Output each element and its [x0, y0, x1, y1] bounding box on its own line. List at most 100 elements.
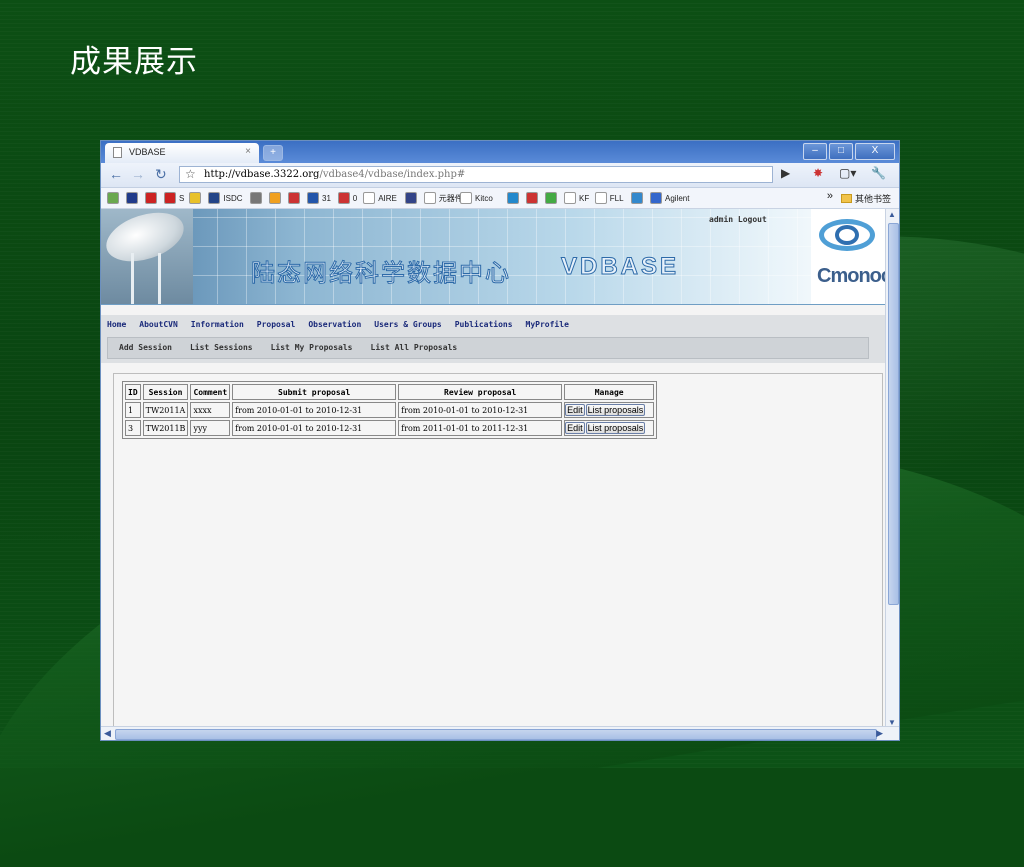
bookmark-favicon-icon [507, 192, 519, 204]
tab-close-icon[interactable]: × [245, 146, 251, 157]
go-arrow-icon[interactable]: ▶ [781, 166, 790, 180]
url-host: http://vdbase.3322.org [204, 169, 320, 180]
tab-vdbase[interactable]: VDBASE × [105, 143, 259, 163]
bookmark-item[interactable]: S [164, 192, 184, 204]
bookmark-favicon-icon [269, 192, 281, 204]
bookmark-item[interactable] [507, 192, 519, 204]
bookmark-favicon-icon [545, 192, 557, 204]
back-arrow-icon[interactable]: ← [109, 166, 123, 182]
maximize-button[interactable]: □ [829, 143, 853, 160]
main-menu-item[interactable]: Publications [455, 320, 513, 329]
main-menu-item[interactable]: Users & Groups [374, 320, 441, 329]
main-menu-item[interactable]: Proposal [257, 320, 296, 329]
bookmark-favicon-icon [564, 192, 576, 204]
bookmark-item[interactable] [269, 192, 281, 204]
main-menu-item[interactable]: Information [191, 320, 244, 329]
bookmark-favicon-icon [107, 192, 119, 204]
bookmark-favicon-icon [145, 192, 157, 204]
table-header: Review proposal [398, 384, 563, 400]
web-page: 陆态网络科学数据中心 VDBASE admin Logout Cmonoc Ho… [101, 209, 887, 728]
folder-icon [840, 194, 852, 203]
wrench-icon[interactable]: 🔧 [871, 166, 886, 180]
main-menu-item[interactable]: MyProfile [526, 320, 569, 329]
bookmark-label: ISDC [223, 193, 243, 203]
bookmark-item[interactable]: FLL [594, 192, 624, 204]
bookmark-item[interactable]: Agilent [650, 192, 689, 204]
bookmark-favicon-icon [337, 192, 350, 204]
bookmark-label: KF [579, 193, 590, 203]
new-tab-button[interactable]: + [263, 145, 283, 161]
bookmark-item[interactable]: ISDC [208, 192, 243, 204]
tab-bar: VDBASE × + – □ X [101, 141, 899, 163]
bookmark-item[interactable]: 31 [307, 192, 331, 204]
bookmark-item[interactable] [526, 192, 538, 204]
bookmark-item[interactable]: 元器件 [423, 192, 463, 204]
vertical-scrollbar[interactable]: ▲ ▼ [885, 209, 899, 728]
table-row: 1 TW2011A xxxx from 2010-01-01 to 2010-12-3… [125, 402, 655, 418]
bookmark-item[interactable]: KF [564, 192, 589, 204]
main-menu-item[interactable]: Observation [308, 320, 361, 329]
bookmark-favicon-icon [650, 192, 662, 204]
page-menu-icon[interactable]: ▢▾ [839, 166, 856, 180]
edit-button[interactable]: Edit [565, 404, 585, 416]
bookmark-item[interactable]: AIRE [363, 192, 397, 204]
address-bar[interactable]: ☆ http://vdbase.3322.org/vdbase4/vdbase/… [179, 166, 773, 183]
bookmark-item[interactable] [250, 192, 262, 204]
other-bookmarks-folder[interactable]: 其他书签 [840, 192, 891, 205]
sessions-table: ID Session Comment Submit proposal Review pr… [122, 381, 658, 439]
reload-icon[interactable]: ↻ [155, 166, 167, 183]
main-menu-item[interactable]: AboutCVN [139, 320, 178, 329]
bookmark-favicon-icon [631, 192, 643, 204]
edit-button[interactable]: Edit [565, 422, 585, 434]
table-cell-submit: from 2010-01-01 to 2010-12-31 [232, 402, 397, 418]
table-header: Session [142, 384, 189, 400]
bookmark-favicon-icon [189, 192, 202, 204]
list-proposals-button[interactable]: List proposals [585, 422, 646, 434]
main-menu: Home AboutCVN Information Proposal Observati… [107, 320, 569, 329]
bookmark-favicon-icon [164, 192, 176, 204]
table-cell-id: 1 [125, 402, 141, 418]
bookmark-item[interactable] [545, 192, 557, 204]
close-window-button[interactable]: X [855, 143, 895, 160]
table-cell-id: 3 [125, 420, 141, 436]
bookmark-label: AIRE [378, 193, 397, 203]
bookmark-label: Agilent [665, 193, 690, 203]
bookmark-item[interactable] [126, 192, 138, 204]
bookmark-item[interactable] [288, 192, 300, 204]
radio-telescope-photo [101, 209, 193, 305]
minimize-button[interactable]: – [803, 143, 827, 160]
extension-bug-icon[interactable]: ✸ [813, 166, 823, 180]
bookmark-item[interactable]: 0 [337, 192, 357, 204]
bookmark-item[interactable] [631, 192, 643, 204]
slide-title: 成果展示 [70, 44, 198, 80]
bookmark-star-icon[interactable]: ☆ [185, 167, 196, 181]
sub-menu-bar: Add Session List Sessions List My Proposal… [107, 337, 869, 359]
bookmark-item[interactable] [107, 192, 119, 204]
sub-menu-item[interactable]: List Sessions [190, 343, 253, 352]
bookmark-favicon-icon [288, 192, 300, 204]
user-links[interactable]: admin Logout [709, 215, 767, 224]
bookmark-favicon-icon [526, 192, 538, 204]
main-menu-item[interactable]: Home [107, 320, 126, 329]
bookmark-item[interactable] [404, 192, 417, 204]
horizontal-scrollbar[interactable]: ◀ ▶ [101, 726, 899, 740]
tab-title: VDBASE [129, 147, 166, 157]
bookmark-item[interactable] [189, 192, 202, 204]
bookmark-favicon-icon [404, 192, 417, 204]
bookmark-favicon-icon [208, 192, 221, 204]
bookmark-item[interactable] [145, 192, 157, 204]
forward-arrow-icon[interactable]: → [131, 166, 145, 182]
sub-menu-item[interactable]: Add Session [119, 343, 172, 352]
table-cell-session: TW2011B [142, 420, 189, 436]
table-cell-session: TW2011A [142, 402, 189, 418]
list-proposals-button[interactable]: List proposals [585, 404, 646, 416]
table-cell-manage: Edit List proposals [564, 420, 655, 436]
browser-window: VDBASE × + – □ X ← → ↻ ☆ http://vdbase.3… [100, 140, 900, 741]
bookmark-item[interactable]: Kitco [460, 192, 493, 204]
bookmarks-more-icon[interactable]: » [827, 190, 833, 202]
bookmark-favicon-icon [423, 192, 436, 204]
bookmarks-bar: S ISDC 31 0 AIRE 元器件 Kitco KF FLL Agilent » 其他书签 [101, 188, 899, 209]
sub-menu-item[interactable]: List All Proposals [371, 343, 458, 352]
cmonoc-logo: Cmonoc [811, 209, 887, 305]
sub-menu-item[interactable]: List My Proposals [271, 343, 353, 352]
